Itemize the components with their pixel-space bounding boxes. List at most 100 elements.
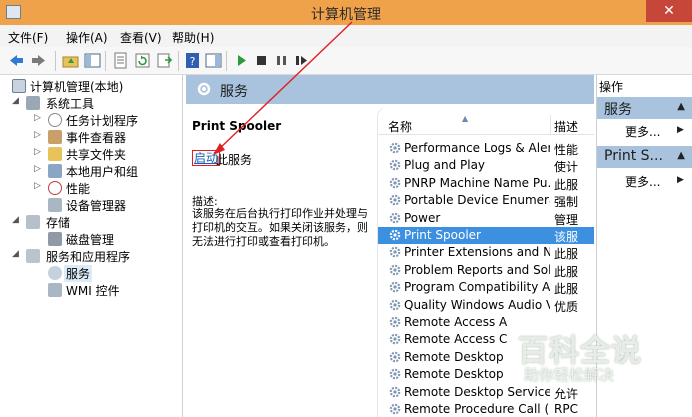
- pane-header: 服务: [186, 75, 594, 104]
- service-description-cell: 此服: [554, 264, 579, 279]
- window-title: 计算机管理: [311, 7, 381, 23]
- toolbar-separator: [105, 51, 106, 71]
- service-description-cell: 管理: [554, 212, 579, 227]
- service-description-cell: 允许: [554, 386, 579, 401]
- column-name[interactable]: 名称: [388, 118, 412, 135]
- chevron-right-icon: ▶: [677, 125, 684, 135]
- table-row[interactable]: Remote Procedure Call (... RPC: [378, 401, 594, 417]
- service-description-cell: 优质: [554, 299, 579, 314]
- table-row[interactable]: Plug and Play 使计: [378, 157, 594, 174]
- service-gear-icon: [388, 350, 402, 364]
- service-gear-icon: [388, 298, 402, 312]
- toolbar-separator: [55, 51, 56, 71]
- collapse-up-icon[interactable]: ▲: [677, 150, 685, 161]
- service-name: PNRP Machine Name Pu...: [404, 175, 550, 190]
- title-bar: 计算机管理 ✕: [0, 0, 692, 25]
- restart-icon[interactable]: [293, 52, 310, 69]
- console-tree: 计算机管理(本地) ◢ 系统工具 ▷ 任务计划程序 ▷ 事件查看器 ▷ 共享文件…: [0, 75, 183, 417]
- users-icon: [48, 164, 62, 178]
- table-row[interactable]: Performance Logs & Aler... 性能: [378, 140, 594, 157]
- service-description-cell: 使计: [554, 160, 579, 175]
- actions-section-services[interactable]: 服务 ▲: [597, 97, 692, 119]
- show-action-pane-icon[interactable]: [205, 52, 222, 69]
- expand-icon[interactable]: ▷: [34, 147, 44, 157]
- service-name: Print Spooler: [404, 228, 481, 242]
- export-icon[interactable]: [156, 52, 173, 69]
- collapse-icon[interactable]: ◢: [12, 215, 22, 225]
- service-description-cell: 此服: [554, 247, 579, 262]
- table-row[interactable]: PNRP Machine Name Pu... 此服: [378, 175, 594, 192]
- start-service-suffix: 此服务: [216, 153, 253, 167]
- table-row[interactable]: Remote Desktop Service... 允许: [378, 384, 594, 401]
- storage-icon: [26, 215, 40, 229]
- service-name: Program Compatibility A...: [404, 280, 550, 295]
- service-gear-icon: [388, 245, 402, 259]
- table-row[interactable]: Problem Reports and Sol... 此服: [378, 262, 594, 279]
- event-viewer-icon: [48, 130, 62, 144]
- expand-icon[interactable]: ▷: [34, 113, 44, 123]
- service-description-cell: 强制: [554, 195, 579, 210]
- table-row[interactable]: Quality Windows Audio V... 优质: [378, 297, 594, 314]
- expand-icon[interactable]: ▷: [34, 181, 44, 191]
- table-row[interactable]: Print Spooler 该服: [378, 227, 594, 244]
- watermark-tagline: 助你轻松解决: [524, 366, 615, 384]
- stop-icon[interactable]: [253, 52, 270, 69]
- service-gear-icon: [388, 211, 402, 225]
- service-description: 该服务在后台执行打印作业并处理与打印机的交互。如果关闭该服务，则无法进行打印或查…: [192, 207, 368, 248]
- service-gear-icon: [388, 280, 402, 294]
- service-gear-icon: [388, 263, 402, 277]
- service-name: Problem Reports and Sol...: [404, 262, 550, 277]
- pane-title: 服务: [220, 84, 248, 100]
- menu-file[interactable]: 文件(F): [8, 29, 48, 46]
- collapse-icon[interactable]: ◢: [12, 96, 22, 106]
- service-name: Remote Procedure Call (...: [404, 402, 550, 416]
- service-gear-icon: [388, 367, 402, 381]
- menu-view[interactable]: 查看(V): [120, 29, 162, 46]
- service-description-cell: RPC: [554, 402, 578, 416]
- expand-icon[interactable]: ▷: [34, 164, 44, 174]
- service-gear-icon: [388, 332, 402, 346]
- forward-icon[interactable]: [30, 52, 47, 69]
- toolbar-separator: [178, 51, 179, 71]
- service-gear-icon: [388, 385, 402, 399]
- toolbar: ?: [0, 47, 692, 75]
- service-gear-icon: [388, 141, 402, 155]
- start-icon[interactable]: [233, 52, 250, 69]
- gear-icon: [196, 81, 212, 100]
- more-actions-link[interactable]: 更多...: [625, 123, 660, 140]
- close-button[interactable]: ✕: [646, 0, 692, 22]
- clock-icon: [48, 113, 62, 127]
- properties-icon[interactable]: [112, 52, 129, 69]
- service-name: Performance Logs & Aler...: [404, 141, 550, 155]
- menu-help[interactable]: 帮助(H): [172, 29, 214, 46]
- list-header: ▲ 名称 描述: [378, 114, 594, 135]
- show-tree-icon[interactable]: [84, 52, 101, 69]
- table-row[interactable]: Printer Extensions and N... 此服: [378, 244, 594, 261]
- service-description-cell: 此服: [554, 177, 579, 192]
- column-divider[interactable]: [550, 115, 551, 135]
- actions-section-print-spooler[interactable]: Print S... ▲: [597, 146, 692, 168]
- collapse-icon[interactable]: ◢: [12, 249, 22, 259]
- table-row[interactable]: Program Compatibility A... 此服: [378, 279, 594, 296]
- back-icon[interactable]: [8, 52, 25, 69]
- device-manager-icon: [48, 198, 62, 212]
- disk-icon: [48, 232, 62, 246]
- selected-service-title: Print Spooler: [192, 119, 282, 133]
- column-description[interactable]: 描述: [554, 118, 578, 135]
- up-folder-icon[interactable]: [62, 52, 79, 69]
- table-row[interactable]: Power 管理: [378, 210, 594, 227]
- services-apps-icon: [26, 249, 40, 263]
- service-gear-icon: [388, 402, 402, 416]
- expand-icon[interactable]: ▷: [34, 130, 44, 140]
- refresh-icon[interactable]: [134, 52, 151, 69]
- more-actions-link[interactable]: 更多...: [625, 173, 660, 190]
- collapse-up-icon[interactable]: ▲: [677, 101, 685, 112]
- computer-icon: [12, 79, 26, 93]
- svg-text:?: ?: [190, 55, 196, 68]
- help-icon[interactable]: ?: [184, 52, 201, 69]
- menu-action[interactable]: 操作(A): [66, 29, 108, 46]
- pause-icon[interactable]: [273, 52, 290, 69]
- service-name: Portable Device Enumera...: [404, 193, 550, 208]
- table-row[interactable]: Portable Device Enumera... 强制: [378, 192, 594, 209]
- performance-icon: [48, 181, 62, 195]
